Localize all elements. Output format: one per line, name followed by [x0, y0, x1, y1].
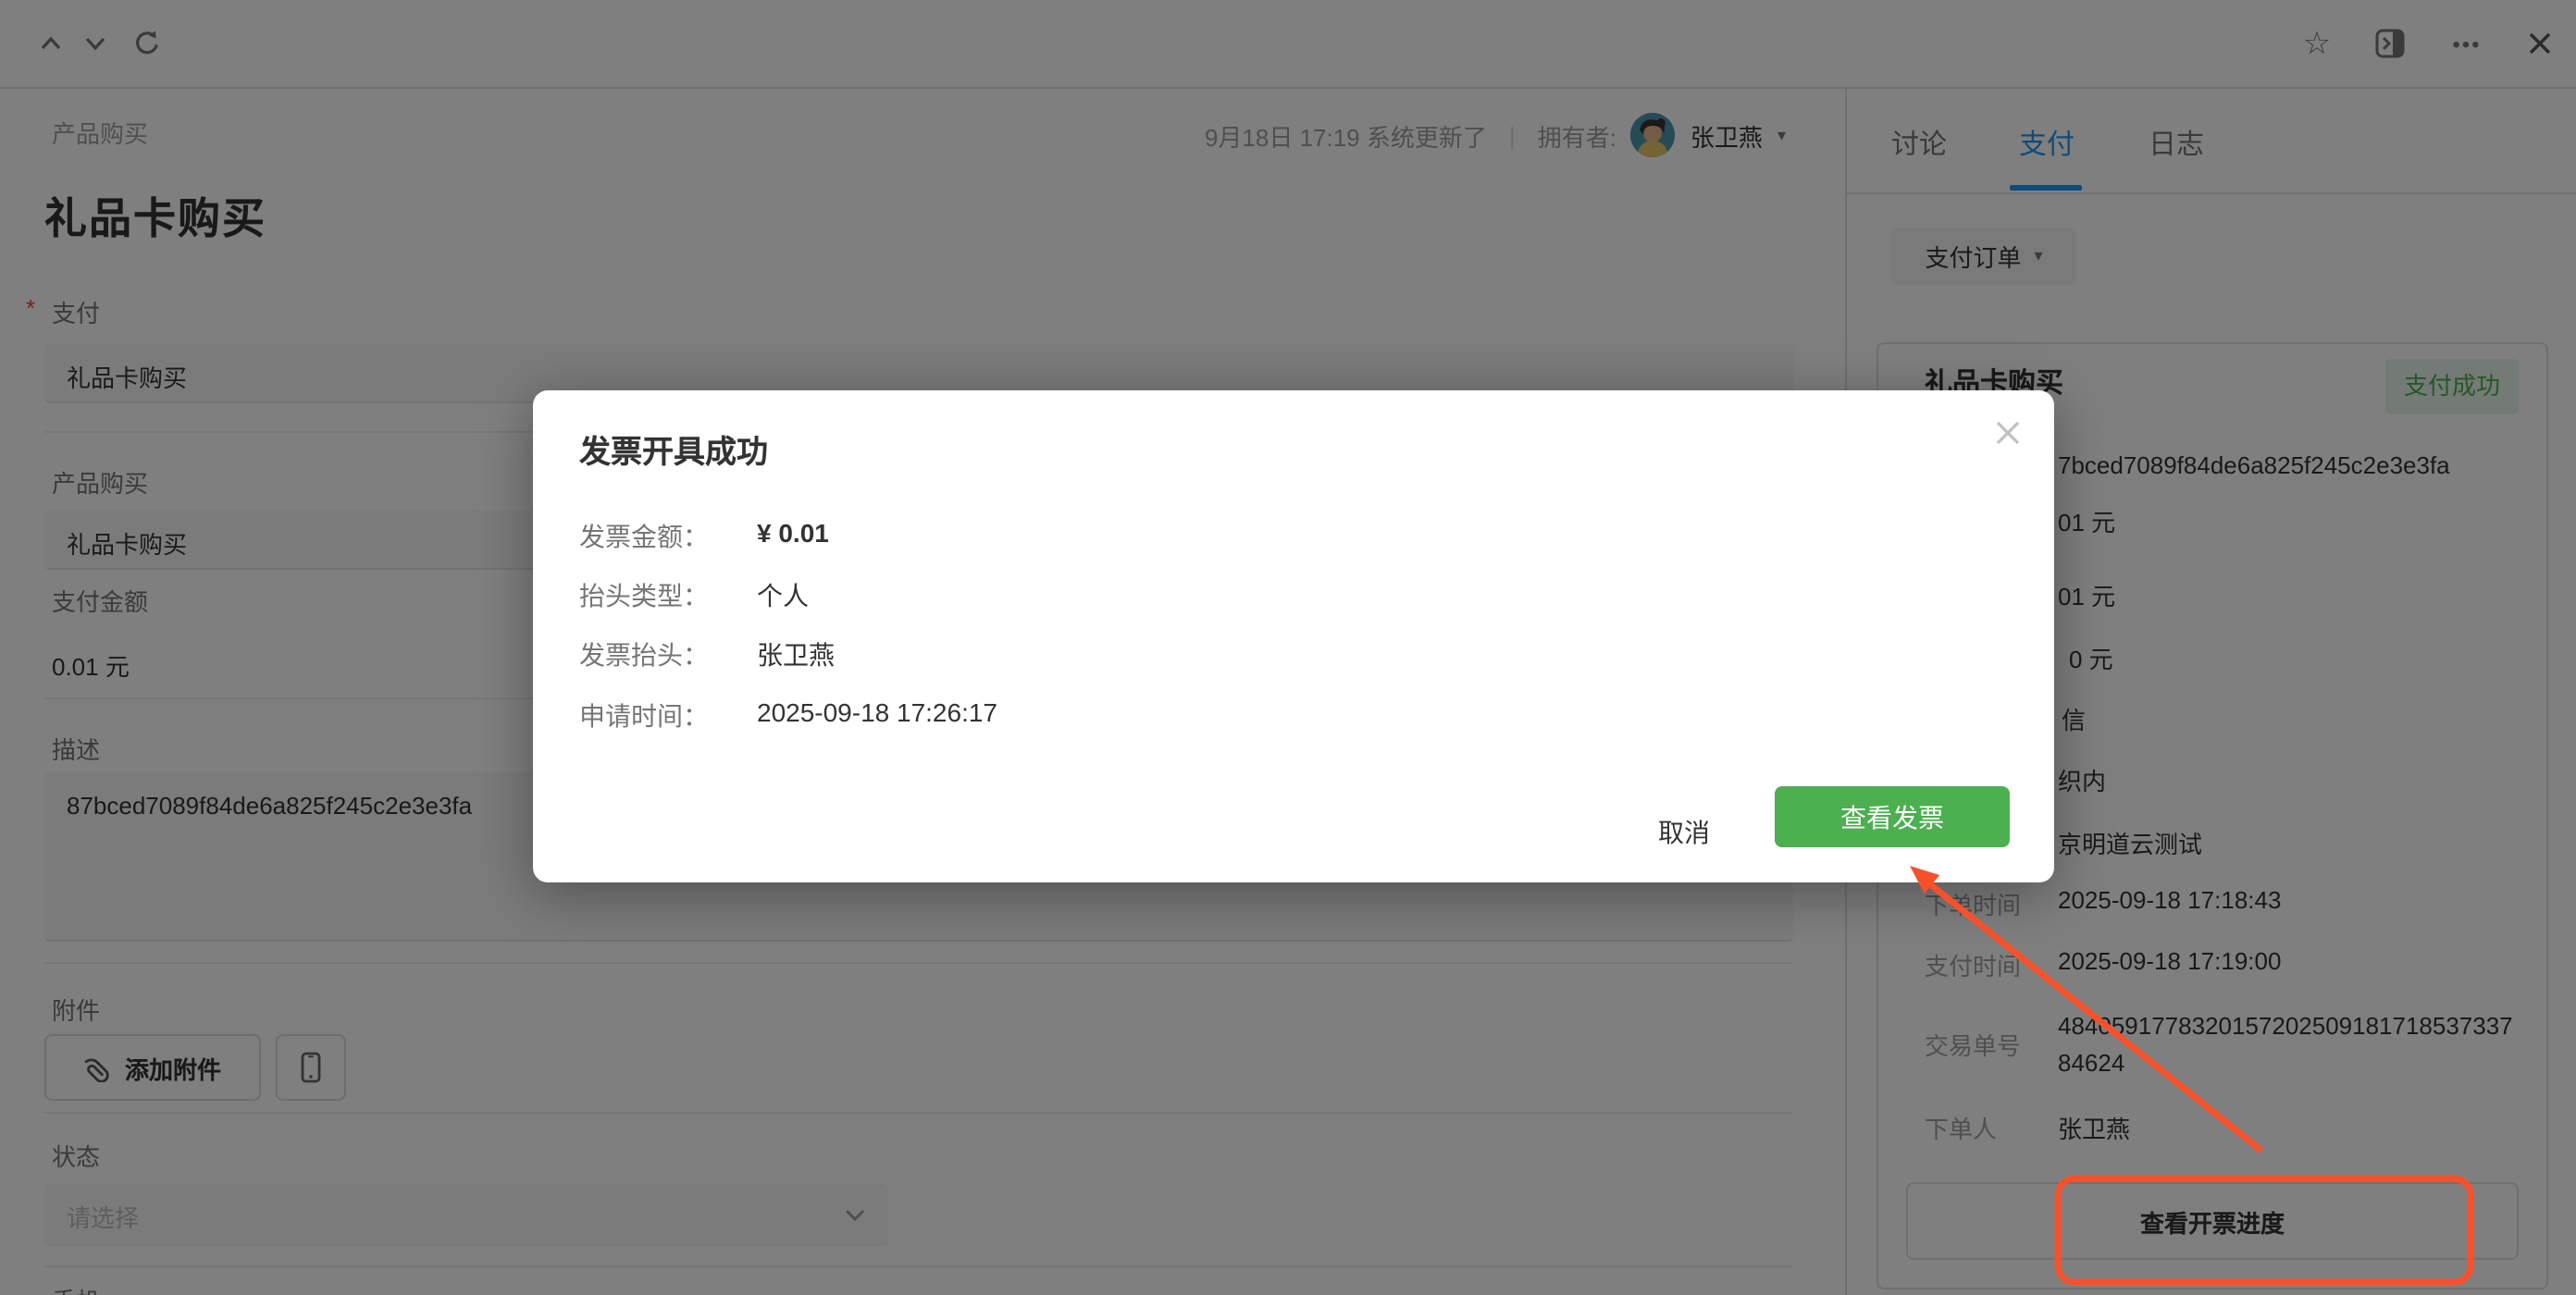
- dialog-close-icon[interactable]: [1982, 407, 2034, 459]
- invoice-title-label: 发票抬头：: [579, 640, 709, 670]
- title-type-value: 个人: [757, 577, 809, 614]
- apply-time-value: 2025-09-18 17:26:17: [757, 697, 997, 727]
- view-invoice-button[interactable]: 查看发票: [1775, 786, 2010, 847]
- dialog-title: 发票开具成功: [579, 426, 768, 472]
- app-window: ☆ ••• 产品购买 9月18日 17:19 系统更新了 | 拥有者: 张卫燕 …: [0, 0, 2576, 1295]
- apply-time-label: 申请时间：: [579, 701, 709, 731]
- invoice-amount-value: ¥ 0.01: [757, 518, 829, 548]
- invoice-title-value: 张卫燕: [757, 636, 835, 673]
- invoice-success-dialog: 发票开具成功 发票金额： ¥ 0.01 抬头类型： 个人 发票抬头： 张卫燕 申…: [533, 390, 2054, 882]
- title-type-label: 抬头类型：: [579, 581, 709, 610]
- cancel-button[interactable]: 取消: [1640, 799, 1728, 866]
- invoice-amount-label: 发票金额：: [579, 522, 709, 551]
